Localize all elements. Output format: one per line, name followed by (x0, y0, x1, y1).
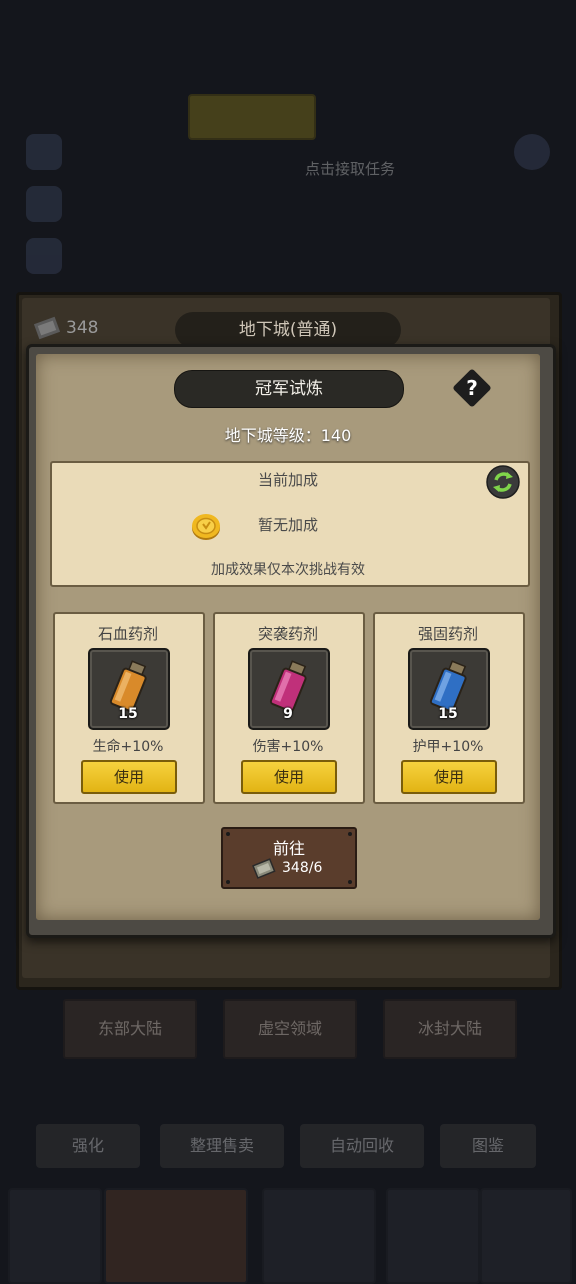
ticket-icon (33, 316, 61, 340)
nail (348, 880, 352, 884)
bottom-tab (262, 1188, 376, 1284)
potion-effect: 伤害+10% (252, 739, 324, 755)
potion-name: 石血药剂 (97, 625, 158, 643)
dialog-title: 冠军试炼 (174, 370, 404, 408)
go-label: 前往 (272, 839, 305, 858)
bonus-current: 暂无加成 (257, 516, 318, 534)
potion-name: 强固药剂 (417, 625, 478, 643)
region-frozen: 冰封大陆 (383, 999, 517, 1059)
dungeon-panel-title: 地下城(普通) (175, 312, 401, 348)
use-button-fortify[interactable]: 使用 (401, 760, 497, 794)
sort-sell-button: 整理售卖 (160, 1124, 284, 1168)
house-icon (26, 186, 62, 222)
region-east: 东部大陆 (63, 999, 197, 1059)
use-button-stoneblood[interactable]: 使用 (81, 760, 177, 794)
ticket-count: 348 (66, 318, 99, 338)
region-void: 虚空领域 (223, 999, 357, 1059)
tree-icon (26, 238, 62, 274)
dungeon-level: 地下城等级：140 (224, 426, 352, 445)
potion-effect: 生命+10% (92, 739, 164, 755)
star-icon (26, 134, 62, 170)
gear-icon (514, 134, 550, 170)
potion-name: 突袭药剂 (257, 625, 318, 643)
bottom-tab (480, 1188, 572, 1284)
potion-count: 15 (438, 706, 458, 722)
go-cost: 348/6 (282, 860, 323, 876)
use-button-assault[interactable]: 使用 (241, 760, 337, 794)
auto-recycle-button: 自动回收 (300, 1124, 424, 1168)
task-button (188, 94, 316, 140)
refresh-icon[interactable] (486, 465, 520, 499)
codex-button: 图鉴 (440, 1124, 536, 1168)
bottom-tab (104, 1188, 248, 1284)
bottom-tab (386, 1188, 480, 1284)
potion-count: 9 (283, 706, 293, 722)
bonus-title: 当前加成 (257, 471, 318, 489)
potion-effect: 护甲+10% (412, 739, 484, 755)
task-hint: 点击接取任务 (304, 160, 395, 178)
bottom-tab (8, 1188, 102, 1284)
potion-count: 15 (118, 706, 138, 722)
nail (226, 880, 230, 884)
enhance-button: 强化 (36, 1124, 140, 1168)
help-button[interactable]: ? (452, 368, 492, 408)
ticket-icon (252, 858, 276, 879)
bonus-note: 加成效果仅本次挑战有效 (211, 562, 365, 578)
